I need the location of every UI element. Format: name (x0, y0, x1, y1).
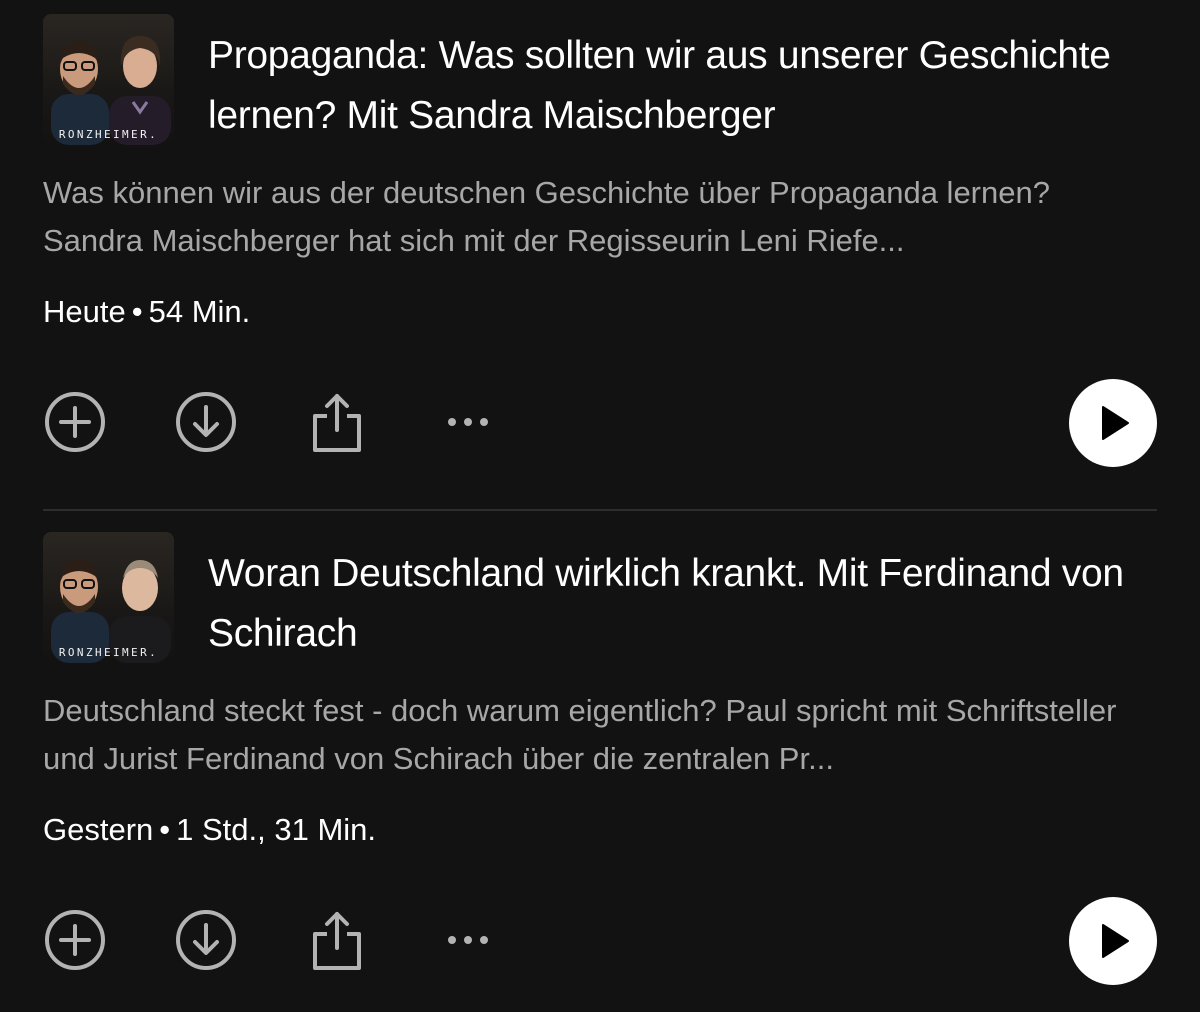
more-dots-icon (448, 418, 488, 426)
more-dots-icon (448, 936, 488, 944)
download-button[interactable] (171, 898, 241, 982)
add-to-library-button[interactable] (40, 380, 110, 464)
episode-divider (43, 509, 1157, 511)
meta-separator: • (131, 294, 143, 329)
episode-actions (40, 897, 1157, 988)
share-button[interactable] (302, 898, 372, 982)
play-icon (1102, 924, 1129, 958)
download-circle-icon (176, 392, 236, 452)
episode-header: RONZHEIMER. Propaganda: Was sollten wir … (43, 14, 1157, 149)
episode-date: Heute (43, 294, 126, 329)
more-options-button[interactable] (433, 380, 503, 464)
episode-description[interactable]: Deutschland steckt fest - doch warum eig… (43, 687, 1157, 783)
episode-actions (40, 379, 1157, 470)
episode-header: RONZHEIMER. Woran Deutschland wirklich k… (43, 532, 1157, 667)
download-circle-icon (176, 910, 236, 970)
add-circle-icon (45, 910, 105, 970)
download-button[interactable] (171, 380, 241, 464)
cover-brand-label: RONZHEIMER. (58, 128, 159, 141)
podcast-cover-image[interactable]: RONZHEIMER. (43, 14, 174, 145)
cover-artwork (51, 36, 171, 145)
episode-duration: 1 Std., 31 Min. (176, 812, 377, 847)
cover-artwork (51, 559, 171, 663)
episode-title[interactable]: Propaganda: Was sollten wir aus unserer … (208, 26, 1138, 146)
add-to-library-button[interactable] (40, 898, 110, 982)
share-icon (313, 394, 361, 452)
episode-title[interactable]: Woran Deutschland wirklich krankt. Mit F… (208, 544, 1138, 664)
episode-date: Gestern (43, 812, 154, 847)
play-button[interactable] (1069, 379, 1157, 467)
share-button[interactable] (302, 380, 372, 464)
episode-description[interactable]: Was können wir aus der deutschen Geschic… (43, 169, 1157, 265)
episode-meta: Gestern • 1 Std., 31 Min. (43, 808, 376, 852)
play-icon (1102, 406, 1129, 440)
episode-card[interactable]: RONZHEIMER. Propaganda: Was sollten wir … (43, 14, 1157, 467)
episode-duration: 54 Min. (148, 294, 251, 329)
cover-brand-label: RONZHEIMER. (58, 646, 159, 659)
share-icon (313, 912, 361, 970)
add-circle-icon (45, 392, 105, 452)
episode-card[interactable]: RONZHEIMER. Woran Deutschland wirklich k… (43, 532, 1157, 985)
episode-meta: Heute • 54 Min. (43, 290, 250, 334)
meta-separator: • (159, 812, 171, 847)
podcast-cover-image[interactable]: RONZHEIMER. (43, 532, 174, 663)
more-options-button[interactable] (433, 898, 503, 982)
play-button[interactable] (1069, 897, 1157, 985)
